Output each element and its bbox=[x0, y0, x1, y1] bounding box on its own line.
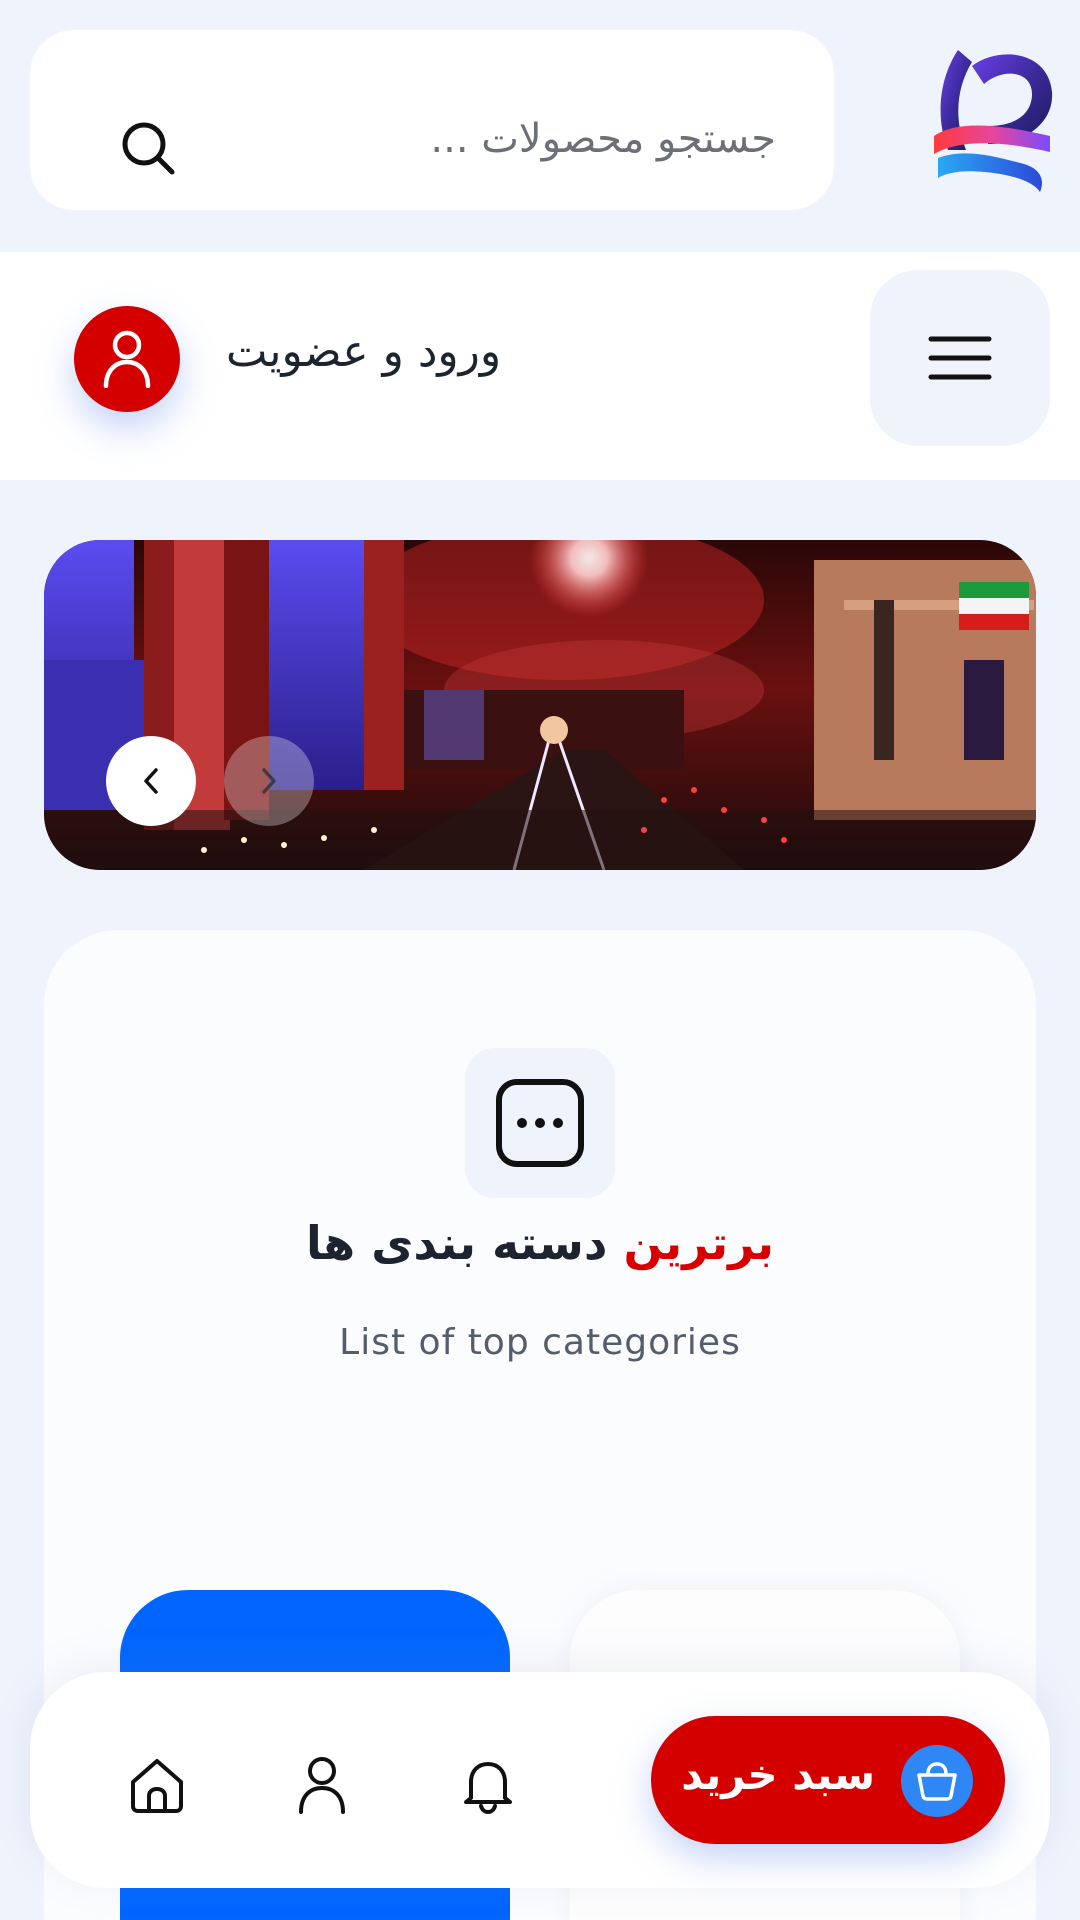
home-icon[interactable] bbox=[128, 1756, 186, 1814]
basket-icon-circle bbox=[901, 1745, 973, 1817]
banner-image bbox=[44, 540, 1036, 870]
header: ورود و عضویت bbox=[0, 252, 1080, 480]
bell-icon[interactable] bbox=[459, 1756, 517, 1814]
banner-slider[interactable] bbox=[44, 540, 1036, 870]
slider-next-button[interactable] bbox=[224, 736, 314, 826]
profile-icon[interactable] bbox=[293, 1756, 351, 1814]
top-bar: جستجو محصولات ... bbox=[0, 0, 1080, 240]
search-placeholder: جستجو محصولات ... bbox=[430, 116, 776, 162]
login-register-link[interactable]: ورود و عضویت bbox=[226, 326, 501, 377]
categories-title: برترین دسته بندی ها bbox=[44, 1216, 1036, 1270]
slider-prev-button[interactable] bbox=[106, 736, 196, 826]
categories-title-rest: دسته بندی ها bbox=[306, 1216, 608, 1270]
search-icon[interactable] bbox=[118, 118, 178, 178]
hamburger-icon bbox=[928, 336, 992, 380]
user-avatar-button[interactable] bbox=[74, 306, 180, 412]
categories-subtitle: List of top categories bbox=[339, 1322, 741, 1363]
chevron-left-icon bbox=[144, 768, 158, 794]
categories-icon-box bbox=[465, 1048, 615, 1198]
user-icon bbox=[103, 330, 151, 388]
basket-icon bbox=[917, 1762, 957, 1801]
menu-button[interactable] bbox=[870, 270, 1050, 446]
cart-button[interactable]: سبد خرید bbox=[651, 1716, 1005, 1844]
cart-label: سبد خرید bbox=[681, 1750, 875, 1799]
bottom-navigation: سبد خرید bbox=[30, 1672, 1050, 1888]
logo[interactable] bbox=[928, 40, 1058, 196]
chevron-right-icon bbox=[262, 768, 276, 794]
categories-title-accent: برترین bbox=[623, 1216, 774, 1270]
search-input[interactable]: جستجو محصولات ... bbox=[30, 30, 834, 210]
more-dots-icon bbox=[496, 1079, 584, 1167]
